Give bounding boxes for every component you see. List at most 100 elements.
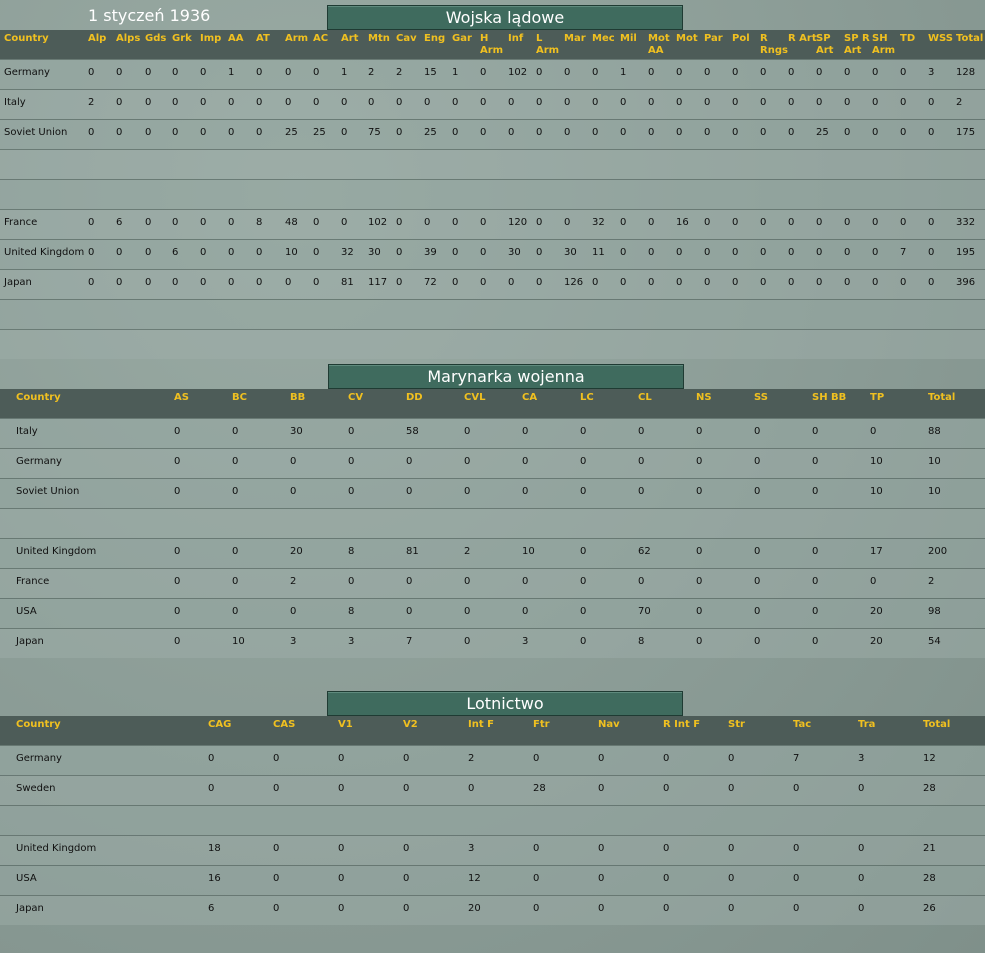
air-column-header[interactable]: Nav <box>598 719 620 731</box>
naval-table-row[interactable] <box>0 418 985 448</box>
naval-table-row[interactable] <box>0 628 985 658</box>
land-value-cell: 0 <box>452 217 459 228</box>
naval-column-header[interactable]: SH BB <box>812 392 846 404</box>
air-column-header[interactable]: Country <box>16 719 61 731</box>
land-column-header[interactable]: Mot AA <box>648 33 670 57</box>
land-column-header[interactable]: Inf <box>508 33 523 45</box>
land-column-header[interactable]: AC <box>313 33 328 45</box>
land-value-cell: 11 <box>592 247 605 258</box>
land-column-header[interactable]: Arm <box>285 33 308 45</box>
air-table-row[interactable] <box>0 865 985 895</box>
land-value-cell: 0 <box>872 97 879 108</box>
naval-column-header[interactable]: SS <box>754 392 768 404</box>
land-column-header[interactable]: SP R Art <box>844 33 870 57</box>
air-column-header[interactable]: Tra <box>858 719 875 731</box>
land-value-cell: 0 <box>396 127 403 138</box>
land-column-header[interactable]: Eng <box>424 33 445 45</box>
land-column-header[interactable]: WSS <box>928 33 953 45</box>
air-value-cell: 0 <box>858 903 865 914</box>
land-column-header[interactable]: Alps <box>116 33 140 45</box>
air-column-header[interactable]: Total <box>923 719 950 731</box>
land-country-cell: Japan <box>4 277 32 288</box>
air-table-row[interactable] <box>0 745 985 775</box>
air-column-header[interactable]: CAS <box>273 719 295 731</box>
land-column-header[interactable]: R Art <box>788 33 817 45</box>
naval-value-cell: 0 <box>754 606 761 617</box>
land-column-header[interactable]: Gar <box>452 33 472 45</box>
naval-column-header[interactable]: CA <box>522 392 537 404</box>
land-value-cell: 8 <box>256 217 263 228</box>
land-column-header[interactable]: Total <box>956 33 983 45</box>
air-column-header[interactable]: R Int F <box>663 719 700 731</box>
naval-value-cell: 54 <box>928 636 941 647</box>
naval-column-header[interactable]: DD <box>406 392 423 404</box>
naval-column-header[interactable]: TP <box>870 392 884 404</box>
air-value-cell: 0 <box>793 843 800 854</box>
naval-column-header[interactable]: CV <box>348 392 363 404</box>
land-column-header[interactable]: Mec <box>592 33 615 45</box>
land-country-cell: Soviet Union <box>4 127 68 138</box>
naval-column-header[interactable]: CVL <box>464 392 485 404</box>
land-column-header[interactable]: Mar <box>564 33 586 45</box>
air-column-header[interactable]: Str <box>728 719 745 731</box>
land-column-header[interactable]: Art <box>341 33 358 45</box>
land-column-header[interactable]: Mil <box>620 33 637 45</box>
naval-column-header[interactable]: LC <box>580 392 594 404</box>
land-value-cell: 0 <box>844 217 851 228</box>
naval-column-header[interactable]: Country <box>16 392 61 404</box>
land-column-header[interactable]: Grk <box>172 33 192 45</box>
air-column-header[interactable]: Tac <box>793 719 811 731</box>
land-column-header[interactable]: AA <box>228 33 243 45</box>
land-column-header[interactable]: Imp <box>200 33 221 45</box>
naval-column-header[interactable]: BB <box>290 392 305 404</box>
naval-table-row[interactable] <box>0 478 985 508</box>
naval-column-header[interactable]: CL <box>638 392 652 404</box>
air-column-header[interactable]: Int F <box>468 719 494 731</box>
land-column-header[interactable]: SP Art <box>816 33 833 57</box>
land-column-header[interactable]: R Rngs <box>760 33 788 57</box>
land-column-header[interactable]: TD <box>900 33 915 45</box>
land-column-header[interactable]: Cav <box>396 33 417 45</box>
naval-table-row[interactable] <box>0 568 985 598</box>
air-column-header[interactable]: V1 <box>338 719 353 731</box>
air-column-header[interactable]: Ftr <box>533 719 550 731</box>
air-table-row[interactable] <box>0 835 985 865</box>
air-table-row[interactable] <box>0 895 985 925</box>
naval-value-cell: 8 <box>348 546 355 557</box>
air-column-header[interactable]: V2 <box>403 719 418 731</box>
land-column-header[interactable]: Gds <box>145 33 166 45</box>
land-value-cell: 0 <box>172 217 179 228</box>
land-value-cell: 0 <box>116 97 123 108</box>
land-column-header[interactable]: SH Arm <box>872 33 895 57</box>
air-column-header[interactable]: CAG <box>208 719 231 731</box>
land-column-header[interactable]: Par <box>704 33 723 45</box>
naval-column-header[interactable]: BC <box>232 392 247 404</box>
air-table-row[interactable] <box>0 775 985 805</box>
land-column-header[interactable]: Mtn <box>368 33 390 45</box>
land-value-cell: 0 <box>928 277 935 288</box>
land-value-cell: 0 <box>256 277 263 288</box>
land-value-cell: 0 <box>200 247 207 258</box>
naval-value-cell: 0 <box>696 426 703 437</box>
land-column-header[interactable]: Country <box>4 33 49 45</box>
land-column-header[interactable]: L Arm <box>536 33 559 57</box>
naval-table-row[interactable] <box>0 598 985 628</box>
air-value-cell: 0 <box>858 843 865 854</box>
naval-value-cell: 17 <box>870 546 883 557</box>
land-column-header[interactable]: Pol <box>732 33 750 45</box>
land-column-header[interactable]: AT <box>256 33 270 45</box>
naval-column-header[interactable]: AS <box>174 392 189 404</box>
naval-value-cell: 0 <box>812 486 819 497</box>
naval-table-row[interactable] <box>0 538 985 568</box>
land-value-cell: 6 <box>116 217 123 228</box>
land-column-header[interactable]: Mot <box>676 33 698 45</box>
land-value-cell: 0 <box>844 97 851 108</box>
land-country-cell: France <box>4 217 38 228</box>
land-column-header[interactable]: Alp <box>88 33 106 45</box>
naval-column-header[interactable]: Total <box>928 392 955 404</box>
naval-column-header[interactable]: NS <box>696 392 712 404</box>
land-column-header[interactable]: H Arm <box>480 33 503 57</box>
naval-value-cell: 0 <box>812 546 819 557</box>
naval-table-row[interactable] <box>0 448 985 478</box>
land-value-cell: 0 <box>172 127 179 138</box>
